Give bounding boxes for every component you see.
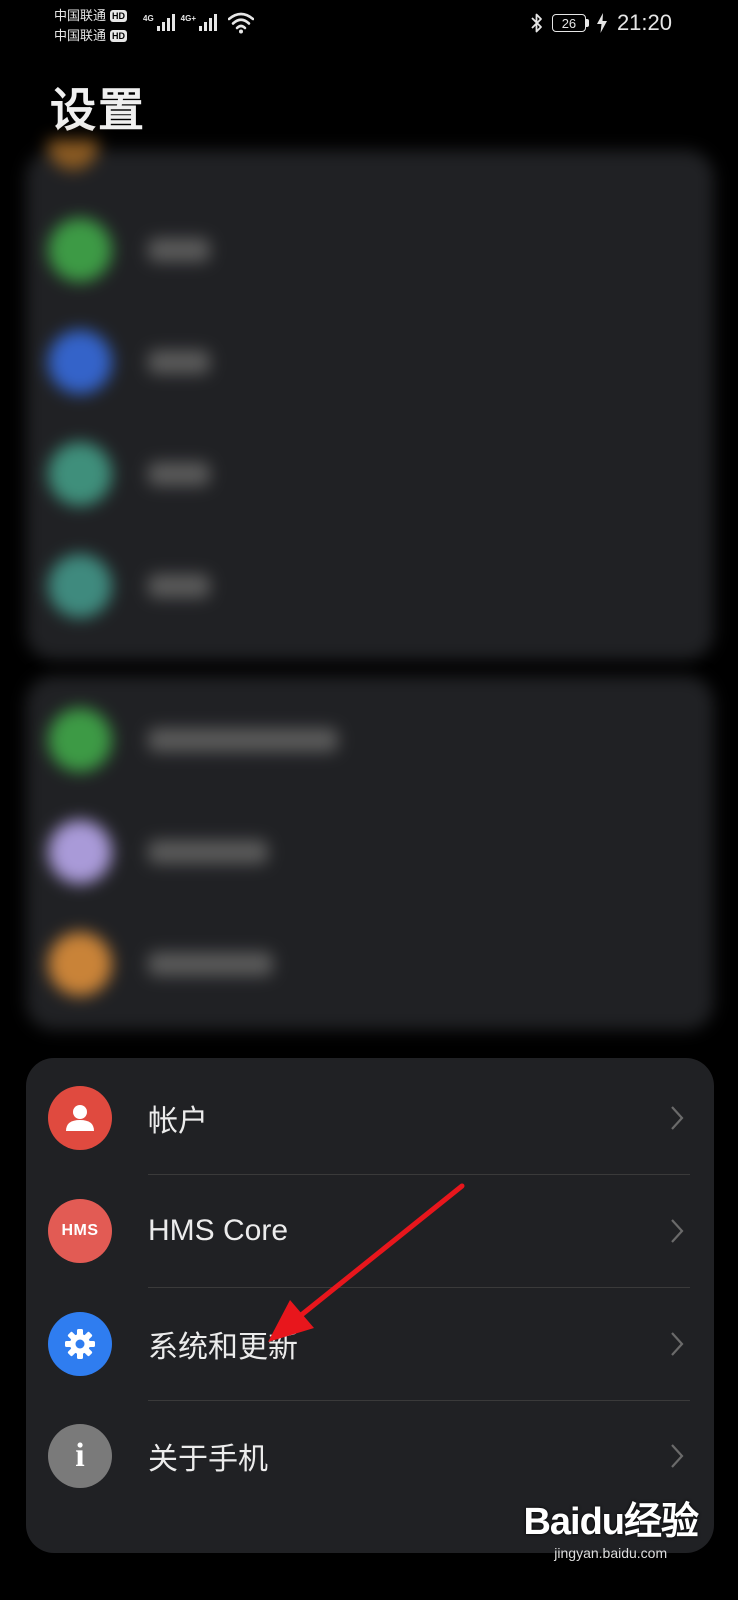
- blurred-icon: [48, 708, 112, 772]
- blurred-label: [148, 952, 273, 976]
- chevron-right-icon: [671, 1444, 684, 1468]
- clock: 21:20: [616, 10, 672, 35]
- signal-2-icon: 4G+: [180, 14, 218, 31]
- settings-item-account[interactable]: 帐户: [26, 1062, 714, 1174]
- hd-badge-2: HD: [110, 30, 128, 42]
- blurred-icon: [48, 554, 112, 618]
- wifi-icon: [228, 12, 254, 34]
- status-right: 26 21:20: [530, 10, 672, 36]
- blurred-icon: [48, 140, 98, 170]
- network-1-label: 4G: [143, 14, 154, 23]
- page-title: 设置: [50, 84, 146, 136]
- blurred-settings-group-1: [26, 140, 714, 660]
- blurred-icon: [48, 218, 112, 282]
- network-2-label: 4G+: [180, 14, 197, 23]
- bluetooth-icon: [531, 13, 542, 33]
- watermark-logo: Baidu经验: [523, 1501, 699, 1543]
- blurred-icon: [48, 330, 112, 394]
- chevron-right-icon: [671, 1219, 684, 1243]
- blurred-label: [148, 574, 210, 598]
- battery-tip: [585, 19, 589, 27]
- signal-indicators: 4G 4G+: [143, 14, 218, 31]
- settings-item-hms-core[interactable]: HMS HMS Core: [26, 1175, 714, 1287]
- blurred-icon: [48, 820, 112, 884]
- carrier-info: 中国联通 HD 中国联通 HD: [54, 6, 128, 46]
- chevron-right-icon: [671, 1106, 684, 1130]
- blurred-label: [148, 238, 210, 262]
- settings-item-label: HMS Core: [148, 1214, 289, 1247]
- blurred-label: [148, 728, 338, 752]
- hms-icon: HMS: [48, 1199, 112, 1263]
- baidu-watermark: Baidu经验 jingyan.baidu.com: [523, 1490, 699, 1561]
- settings-item-system-update[interactable]: 系统和更新: [26, 1288, 714, 1400]
- battery-level: 26: [551, 14, 586, 32]
- settings-item-label: 系统和更新: [148, 1331, 298, 1364]
- carrier-1-label: 中国联通: [54, 8, 107, 23]
- carrier-2-label: 中国联通: [54, 28, 107, 43]
- blurred-icon: [48, 932, 112, 996]
- settings-item-label: 关于手机: [148, 1443, 268, 1476]
- person-icon: [48, 1086, 112, 1150]
- hms-icon-text: HMS: [61, 1222, 99, 1239]
- blurred-icon: [48, 442, 112, 506]
- charging-icon: [596, 13, 607, 33]
- chevron-right-icon: [671, 1332, 684, 1356]
- hd-badge-1: HD: [110, 10, 128, 22]
- settings-group-system: 帐户 HMS HMS Core 系统和更新 i 关于手机: [26, 1058, 714, 1553]
- info-icon: i: [48, 1424, 112, 1488]
- blurred-label: [148, 350, 210, 374]
- signal-1-icon: 4G: [143, 14, 175, 31]
- blurred-label: [148, 840, 268, 864]
- gear-icon: [48, 1312, 112, 1376]
- info-icon-glyph: i: [75, 1437, 85, 1474]
- blurred-settings-group-2: [26, 676, 714, 1030]
- status-bar: 中国联通 HD 中国联通 HD 4G 4G+ 26 21:20: [0, 0, 738, 52]
- watermark-url: jingyan.baidu.com: [554, 1545, 668, 1561]
- settings-item-label: 帐户: [148, 1105, 208, 1138]
- blurred-label: [148, 462, 210, 486]
- battery-indicator: 26: [551, 14, 589, 32]
